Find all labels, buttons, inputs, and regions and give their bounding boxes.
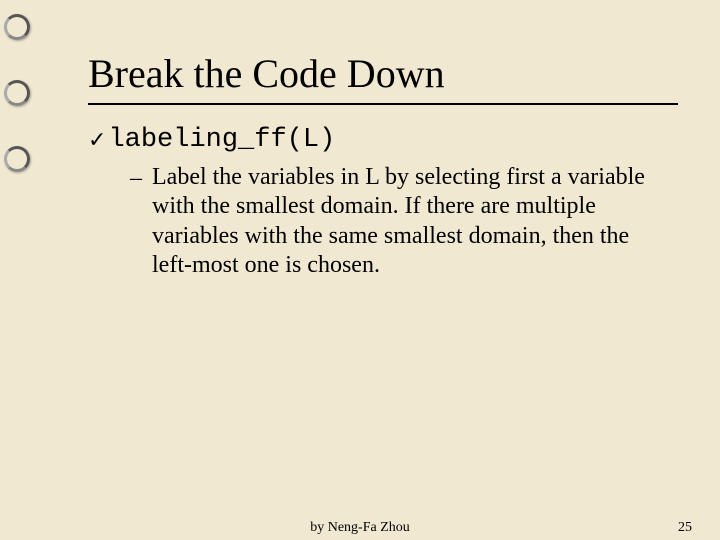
body-text: Label the variables in L by selecting fi… (152, 163, 660, 280)
bullet-level-1: ✓ labeling_ff(L) (88, 125, 700, 155)
slide-content: Break the Code Down ✓ labeling_ff(L) – L… (28, 10, 700, 520)
dash-icon: – (130, 163, 142, 193)
checkmark-icon: ✓ (88, 125, 106, 155)
binder-rings (0, 0, 30, 540)
footer-page-number: 25 (678, 520, 692, 536)
bullet-level-2: – Label the variables in L by selecting … (130, 163, 660, 280)
title-divider (88, 103, 678, 105)
slide-title: Break the Code Down (88, 50, 700, 97)
footer-author: by Neng-Fa Zhou (0, 520, 720, 536)
code-text: labeling_ff(L) (108, 125, 335, 155)
